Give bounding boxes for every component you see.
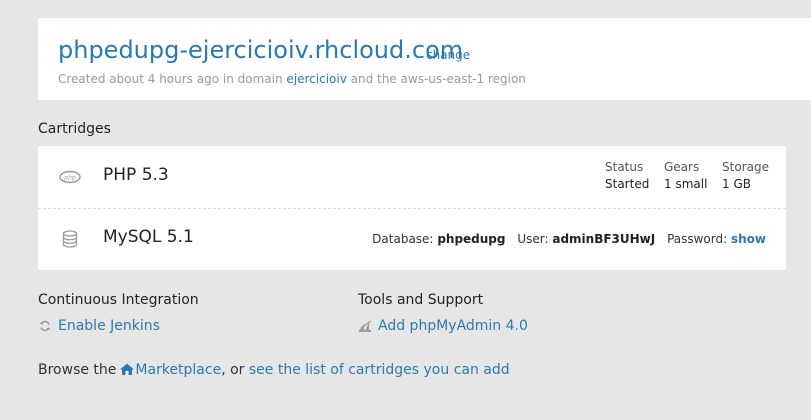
cartridge-list-link[interactable]: see the list of cartridges you can add (249, 362, 510, 378)
tools-support-heading: Tools and Support (358, 292, 484, 308)
password-label: Password: (667, 232, 728, 246)
cartridge-name-php: PHP 5.3 (103, 165, 169, 185)
marketplace-link[interactable]: Marketplace (135, 362, 221, 378)
storage-label: Storage (722, 160, 769, 174)
mysql-credentials: Database: phpedupg User: adminBF3UHwJ Pa… (372, 232, 766, 246)
change-alias-link[interactable]: change (426, 48, 470, 62)
user-label: User: (517, 232, 549, 246)
meta-prefix: Created about 4 hours ago in domain (58, 72, 287, 86)
application-meta: Created about 4 hours ago in domain ejer… (58, 72, 526, 86)
gears-label: Gears (664, 160, 700, 174)
refresh-icon (38, 319, 52, 333)
cartridge-row-php: php PHP 5.3 Status Started Gears 1 small… (38, 146, 786, 209)
status-label: Status (605, 160, 644, 174)
application-url-title[interactable]: phpedupg-ejercicioiv.rhcloud.com (58, 36, 463, 64)
svg-text:php: php (63, 174, 76, 181)
enable-jenkins-label: Enable Jenkins (58, 318, 160, 334)
user-value: adminBF3UHwJ (552, 232, 656, 246)
storage-value-link[interactable]: 1 GB (722, 176, 769, 193)
cartridge-name-mysql: MySQL 5.1 (103, 227, 194, 247)
browse-line: Browse the Marketplace , or see the list… (38, 362, 510, 378)
database-icon (58, 227, 82, 251)
meta-suffix: and the aws-us-east-1 region (346, 72, 526, 86)
domain-link[interactable]: ejercicioiv (286, 72, 346, 86)
gears-value-link[interactable]: 1 small (664, 176, 707, 193)
application-header: phpedupg-ejercicioiv.rhcloud.com change … (38, 18, 811, 100)
add-phpmyadmin-label: Add phpMyAdmin 4.0 (378, 318, 528, 334)
browse-middle: , or (221, 362, 249, 378)
database-label: Database: (372, 232, 434, 246)
phpmyadmin-icon (358, 319, 372, 333)
enable-jenkins-link[interactable]: Enable Jenkins (38, 318, 160, 334)
continuous-integration-heading: Continuous Integration (38, 292, 199, 308)
storage-column: Storage 1 GB (722, 159, 769, 193)
gears-column: Gears 1 small (664, 159, 707, 193)
status-value: Started (605, 177, 650, 191)
cartridge-row-mysql: MySQL 5.1 Database: phpedupg User: admin… (38, 209, 786, 270)
status-column: Status Started (605, 159, 649, 193)
cartridges-heading: Cartridges (38, 121, 111, 137)
database-value: phpedupg (437, 232, 506, 246)
marketplace-icon (120, 363, 134, 377)
browse-prefix: Browse the (38, 362, 117, 378)
cartridges-panel: php PHP 5.3 Status Started Gears 1 small… (38, 146, 786, 270)
add-phpmyadmin-link[interactable]: Add phpMyAdmin 4.0 (358, 318, 528, 334)
php-icon: php (58, 165, 82, 189)
show-password-link[interactable]: show (731, 232, 766, 246)
